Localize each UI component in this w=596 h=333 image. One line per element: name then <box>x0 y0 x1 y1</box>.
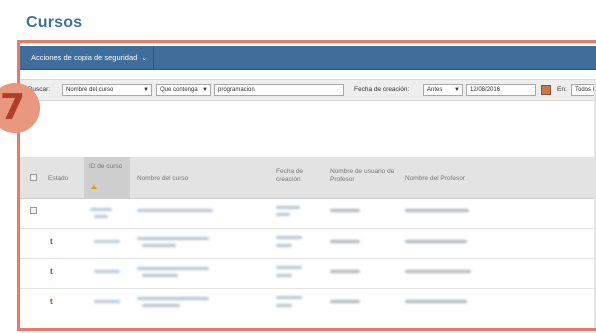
highlight-frame <box>17 40 596 331</box>
step-marker-number: 7 <box>0 87 26 128</box>
page-title: Cursos <box>26 14 83 31</box>
